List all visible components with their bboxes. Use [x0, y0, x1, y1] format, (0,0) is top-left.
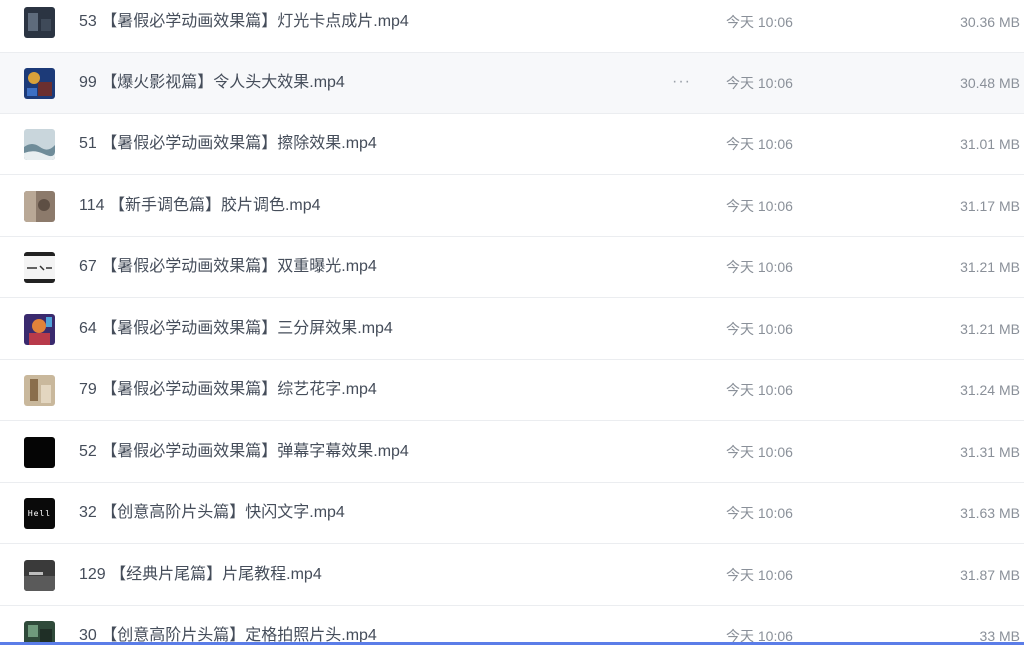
file-modified-time: 今天 10:06	[726, 198, 793, 214]
file-name[interactable]: 32 【创意高阶片头篇】快闪文字.mp4	[79, 483, 345, 543]
warm-room-thumbnail	[24, 375, 55, 406]
thumbnail-text: Hell	[27, 509, 52, 518]
file-name[interactable]: 99 【爆火影视篇】令人头大效果.mp4	[79, 53, 345, 113]
file-row[interactable]: 114 【新手调色篇】胶片调色.mp4 今天 10:06 31.17 MB	[0, 176, 1024, 237]
movie-scene-thumbnail	[24, 68, 55, 99]
file-row[interactable]: 51 【暑假必学动画效果篇】擦除效果.mp4 今天 10:06 31.01 MB	[0, 114, 1024, 175]
file-name[interactable]: 30 【创意高阶片头篇】定格拍照片头.mp4	[79, 606, 377, 645]
file-row[interactable]: 64 【暑假必学动画效果篇】三分屏效果.mp4 今天 10:06 31.21 M…	[0, 299, 1024, 360]
file-size: 31.21 MB	[960, 321, 1020, 337]
dark-scene-thumbnail	[24, 7, 55, 38]
file-modified-time: 今天 10:06	[726, 382, 793, 398]
file-name[interactable]: 64 【暑假必学动画效果篇】三分屏效果.mp4	[79, 299, 393, 359]
file-size: 30.36 MB	[960, 14, 1020, 30]
file-modified-time: 今天 10:06	[726, 136, 793, 152]
file-name[interactable]: 52 【暑假必学动画效果篇】弹幕字幕效果.mp4	[79, 422, 409, 482]
file-name[interactable]: 129 【经典片尾篇】片尾教程.mp4	[79, 545, 322, 605]
sea-scene-thumbnail	[24, 129, 55, 160]
sketch-thumbnail	[24, 252, 55, 283]
file-name[interactable]: 114 【新手调色篇】胶片调色.mp4	[79, 176, 321, 236]
file-size: 31.01 MB	[960, 136, 1020, 152]
file-modified-time: 今天 10:06	[726, 259, 793, 275]
file-size: 31.17 MB	[960, 198, 1020, 214]
black-thumbnail	[24, 437, 55, 468]
file-modified-time: 今天 10:06	[726, 505, 793, 521]
file-size: 31.24 MB	[960, 382, 1020, 398]
film-scene-thumbnail	[24, 191, 55, 222]
file-name[interactable]: 79 【暑假必学动画效果篇】综艺花字.mp4	[79, 360, 377, 420]
file-row[interactable]: 79 【暑假必学动画效果篇】综艺花字.mp4 今天 10:06 31.24 MB	[0, 360, 1024, 421]
file-row[interactable]: 99 【爆火影视篇】令人头大效果.mp4 ··· 今天 10:06 30.48 …	[0, 53, 1024, 114]
file-row[interactable]: 129 【经典片尾篇】片尾教程.mp4 今天 10:06 31.87 MB	[0, 545, 1024, 606]
file-row[interactable]: 30 【创意高阶片头篇】定格拍照片头.mp4 今天 10:06 33 MB	[0, 606, 1024, 645]
file-size: 31.63 MB	[960, 505, 1020, 521]
text-hell-thumbnail: Hell	[24, 498, 55, 529]
file-size: 30.48 MB	[960, 75, 1020, 91]
file-size: 31.31 MB	[960, 444, 1020, 460]
file-list: 53 【暑假必学动画效果篇】灯光卡点成片.mp4 今天 10:06 30.36 …	[0, 0, 1024, 645]
file-modified-time: 今天 10:06	[726, 567, 793, 583]
file-size: 31.87 MB	[960, 567, 1020, 583]
more-horizontal-icon[interactable]: ···	[672, 53, 691, 113]
gray-scene-thumbnail	[24, 560, 55, 591]
file-row[interactable]: 53 【暑假必学动画效果篇】灯光卡点成片.mp4 今天 10:06 30.36 …	[0, 0, 1024, 53]
colorful-character-thumbnail	[24, 314, 55, 345]
file-row[interactable]: 67 【暑假必学动画效果篇】双重曝光.mp4 今天 10:06 31.21 MB	[0, 237, 1024, 298]
file-modified-time: 今天 10:06	[726, 444, 793, 460]
file-row[interactable]: 52 【暑假必学动画效果篇】弹幕字幕效果.mp4 今天 10:06 31.31 …	[0, 422, 1024, 483]
file-modified-time: 今天 10:06	[726, 321, 793, 337]
file-size: 31.21 MB	[960, 259, 1020, 275]
file-name[interactable]: 51 【暑假必学动画效果篇】擦除效果.mp4	[79, 114, 377, 174]
file-name[interactable]: 67 【暑假必学动画效果篇】双重曝光.mp4	[79, 237, 377, 297]
file-size: 33 MB	[979, 628, 1020, 644]
file-name[interactable]: 53 【暑假必学动画效果篇】灯光卡点成片.mp4	[79, 0, 409, 52]
file-modified-time: 今天 10:06	[726, 628, 793, 644]
file-modified-time: 今天 10:06	[726, 75, 793, 91]
file-row[interactable]: Hell 32 【创意高阶片头篇】快闪文字.mp4 今天 10:06 31.63…	[0, 483, 1024, 544]
file-modified-time: 今天 10:06	[726, 14, 793, 30]
